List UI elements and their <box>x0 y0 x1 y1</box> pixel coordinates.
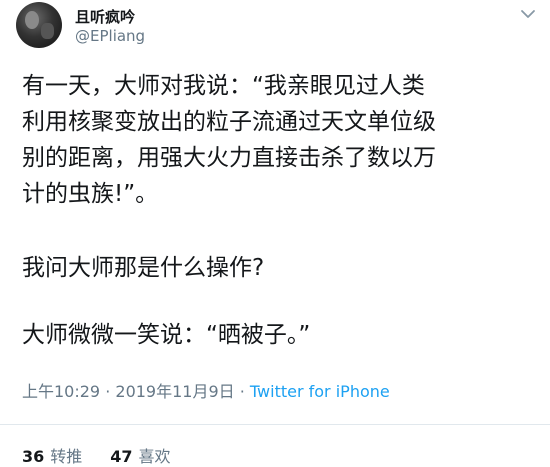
tweet-paragraph: 我问大师那是什么操作? <box>22 255 265 281</box>
likes-count: 47 <box>110 447 133 466</box>
likes-label: 喜欢 <box>138 447 171 466</box>
tweet-text: 有一天，大师对我说：“我亲眼见过人类 利用核聚变放出的粒子流通过天文单位级 别的… <box>22 68 537 212</box>
tweet-paragraph: 大师微微一笑说：“晒被子。” <box>22 322 311 348</box>
tweet-source-link[interactable]: Twitter for iPhone <box>250 382 390 401</box>
retweets-count: 36 <box>22 447 45 466</box>
likes-stat[interactable]: 47 喜欢 <box>110 447 170 466</box>
meta-separator: · <box>234 382 250 401</box>
user-handle[interactable]: @EPliang <box>75 27 145 45</box>
avatar-detail <box>41 23 54 39</box>
avatar-detail <box>25 11 39 29</box>
tweet-line: 别的距离，用强大火力直接击杀了数以万 <box>22 145 436 171</box>
tweet-time[interactable]: 上午10:29 <box>22 382 100 401</box>
tweet-line: 利用核聚变放出的粒子流通过天文单位级 <box>22 109 436 135</box>
tweet-meta: 上午10:29 · 2019年11月9日 · Twitter for iPhon… <box>22 378 390 402</box>
retweets-stat[interactable]: 36 转推 <box>22 447 82 466</box>
display-name[interactable]: 且听疯吟 <box>75 6 135 27</box>
tweet-line: 计的虫族!”。 <box>22 181 159 207</box>
chevron-down-icon[interactable] <box>520 8 536 20</box>
avatar[interactable] <box>16 2 62 48</box>
tweet-line: 有一天，大师对我说：“我亲眼见过人类 <box>22 73 425 99</box>
divider <box>0 424 550 425</box>
tweet-stats: 36 转推 47 喜欢 <box>22 443 171 467</box>
meta-separator: · <box>100 382 116 401</box>
retweets-label: 转推 <box>50 447 83 466</box>
tweet-date[interactable]: 2019年11月9日 <box>115 382 234 401</box>
